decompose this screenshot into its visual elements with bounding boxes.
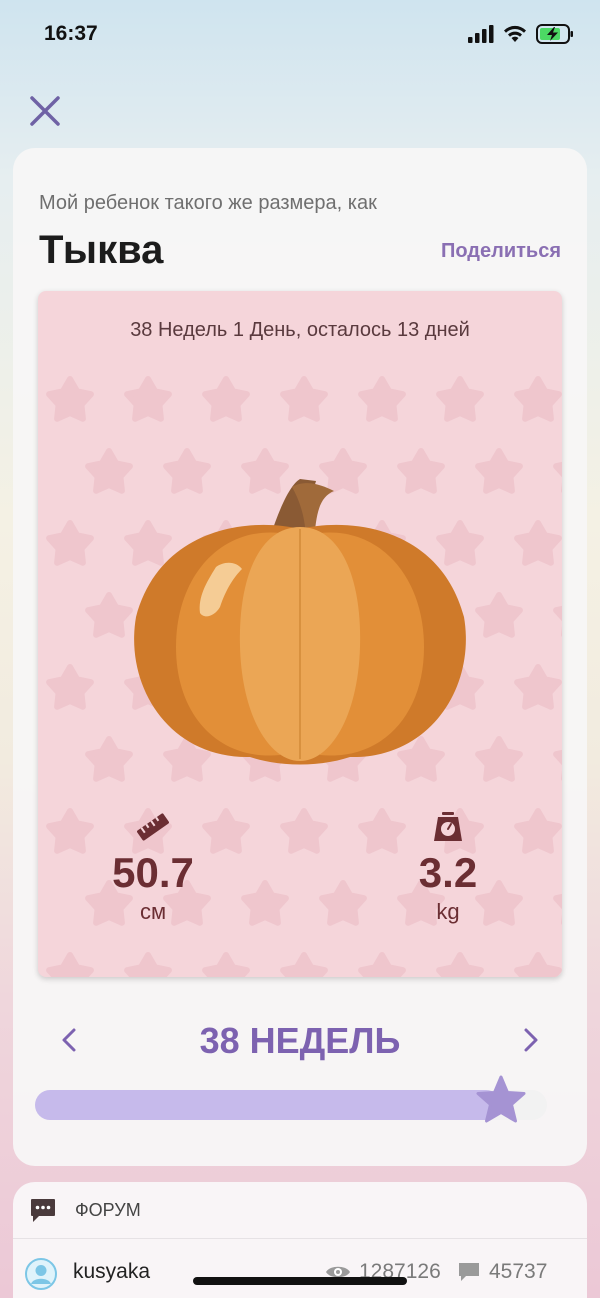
comment-icon <box>459 1263 479 1281</box>
background-star <box>514 520 562 566</box>
forum-divider <box>13 1238 587 1239</box>
background-star <box>85 448 133 494</box>
background-star <box>280 376 328 422</box>
background-star <box>475 592 523 638</box>
signal-icon <box>468 25 494 43</box>
size-comparison-card: Мой ребенок такого же размера, как Тыква… <box>13 148 587 1166</box>
status-icons <box>468 24 574 44</box>
background-star <box>436 376 484 422</box>
background-star <box>358 376 406 422</box>
background-star <box>553 893 562 925</box>
background-star <box>202 376 250 422</box>
weight-stat: 3.2 kg <box>378 811 518 925</box>
avatar <box>25 1258 57 1290</box>
background-star <box>553 461 562 493</box>
next-week-button[interactable] <box>513 1022 547 1058</box>
background-star <box>46 664 94 710</box>
scale-icon <box>434 812 462 841</box>
background-star <box>124 376 172 422</box>
slider-fill <box>35 1090 501 1120</box>
status-bar: 16:37 <box>0 0 600 72</box>
length-unit: см <box>139 899 167 924</box>
share-button[interactable]: Поделиться <box>441 240 561 263</box>
background-star <box>280 952 328 977</box>
week-info: 38 Недель 1 День, осталось 13 дней <box>130 319 470 341</box>
forum-header[interactable]: ФОРУМ <box>29 1196 141 1224</box>
background-star <box>358 952 406 977</box>
background-star <box>514 808 562 854</box>
fruit-title: Тыква <box>39 228 164 272</box>
background-star <box>319 880 367 926</box>
background-star <box>514 952 562 977</box>
post-comments: 45737 <box>457 1260 547 1284</box>
background-star <box>46 520 94 566</box>
background-star <box>85 736 133 782</box>
background-star <box>46 376 94 422</box>
weight-unit: kg <box>436 899 460 924</box>
chat-bubble-icon <box>31 1199 55 1222</box>
size-subtitle: Мой ребенок такого же размера, как <box>39 192 377 214</box>
background-star <box>124 952 172 977</box>
background-star <box>202 952 250 977</box>
week-navigator: 38 НЕДЕЛЬ <box>13 1012 587 1068</box>
background-star <box>46 952 94 977</box>
forum-label: ФОРУМ <box>75 1199 141 1220</box>
background-star <box>514 664 562 710</box>
close-icon <box>30 96 60 126</box>
post-username: kusyaka <box>73 1260 151 1283</box>
length-stat: 50.7 см <box>83 811 223 925</box>
background-star <box>280 808 328 854</box>
background-star <box>553 749 562 781</box>
length-value: 50.7 <box>112 849 194 896</box>
fruit-card: 38 Недель 1 День, осталось 13 дней 50.7 … <box>38 291 562 977</box>
background-star <box>436 952 484 977</box>
background-star <box>553 605 562 637</box>
background-star <box>241 880 289 926</box>
home-indicator <box>193 1277 407 1285</box>
background-star <box>514 376 562 422</box>
star-slider-thumb-icon[interactable] <box>474 1074 528 1126</box>
week-label: 38 НЕДЕЛЬ <box>199 1020 401 1061</box>
chevron-right-icon <box>524 1028 538 1052</box>
weight-value: 3.2 <box>418 849 478 896</box>
background-star <box>85 592 133 638</box>
status-time: 16:37 <box>44 22 98 45</box>
comments-count: 45737 <box>489 1260 548 1283</box>
ruler-icon <box>137 813 169 841</box>
forum-post-row[interactable]: kusyaka 1287126 45737 <box>25 1256 575 1292</box>
close-button[interactable] <box>26 92 64 130</box>
week-slider[interactable] <box>35 1075 547 1123</box>
wifi-icon <box>504 25 526 42</box>
background-star <box>475 448 523 494</box>
pumpkin-illustration <box>134 479 466 765</box>
background-star <box>475 736 523 782</box>
battery-charging-icon <box>536 24 573 44</box>
